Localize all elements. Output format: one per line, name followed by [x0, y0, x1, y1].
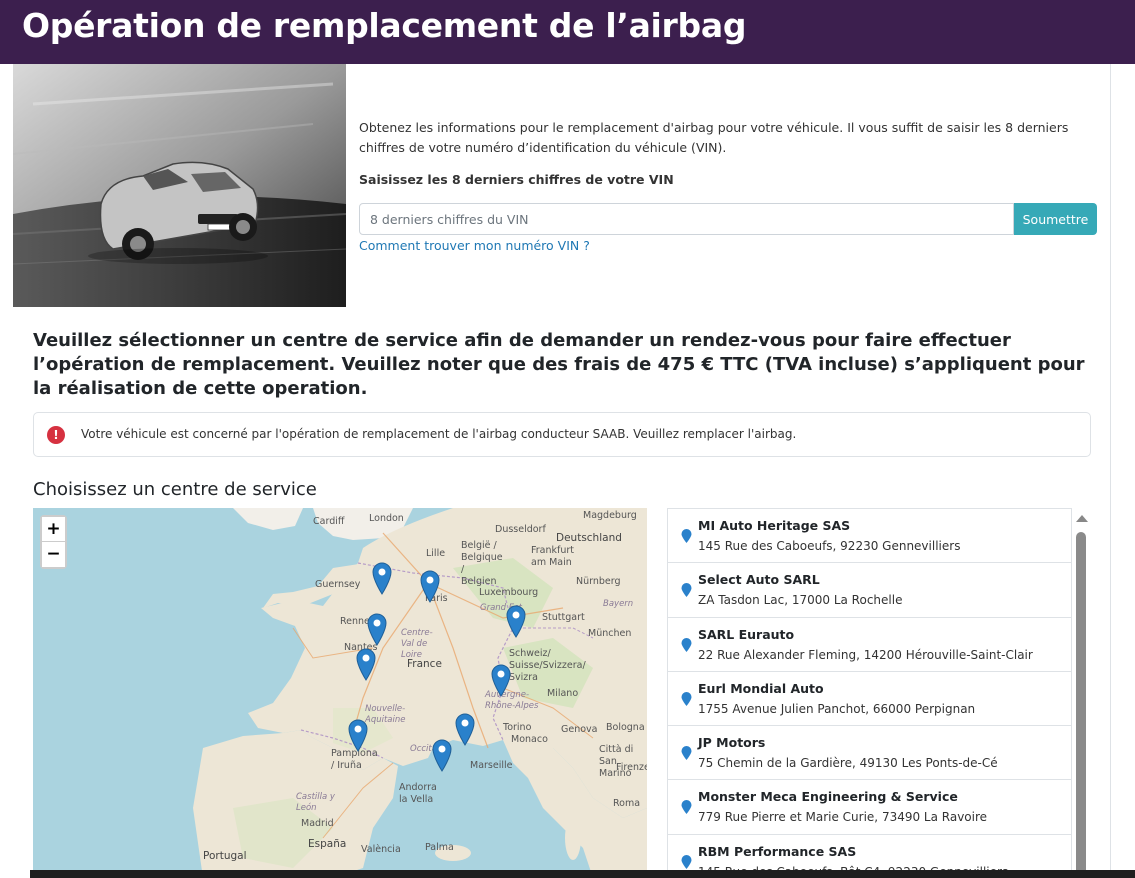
map-label: Portugal	[203, 850, 247, 862]
scroll-thumb[interactable]	[1076, 532, 1086, 878]
recall-alert: ! Votre véhicule est concerné par l'opér…	[33, 412, 1091, 457]
map-label: België / Belgique / Belgien	[461, 540, 503, 587]
map-pin-icon	[681, 800, 692, 815]
service-center-name: RBM Performance SAS	[698, 843, 857, 859]
map-marker-icon[interactable]	[506, 605, 526, 638]
vin-help-link[interactable]: Comment trouver mon numéro VIN ?	[359, 238, 590, 253]
service-center-name: JP Motors	[698, 735, 766, 751]
service-center-address: ZA Tasdon Lac, 17000 La Rochelle	[698, 593, 903, 608]
service-center-address: 779 Rue Pierre et Marie Curie, 73490 La …	[698, 810, 988, 825]
map-marker-icon[interactable]	[491, 664, 511, 697]
service-center-address: 22 Rue Alexander Fleming, 14200 Hérouvil…	[698, 647, 1033, 662]
map-marker-icon[interactable]	[348, 719, 368, 752]
map-marker-icon[interactable]	[420, 570, 440, 603]
map-marker-icon[interactable]	[367, 613, 387, 646]
map-marker-icon[interactable]	[455, 713, 475, 746]
alert-text: Votre véhicule est concerné par l'opérat…	[81, 427, 797, 441]
service-center-item[interactable]: Select Auto SARL ZA Tasdon Lac, 17000 La …	[668, 563, 1071, 618]
hero-car-image	[13, 64, 346, 307]
map-marker-icon[interactable]	[356, 648, 376, 681]
vin-label: Saisissez les 8 derniers chiffres de vot…	[359, 172, 674, 187]
zoom-in-button[interactable]: +	[42, 517, 65, 542]
map-label: Milano	[547, 688, 579, 699]
map-label: Luxembourg	[479, 587, 539, 598]
submit-button[interactable]: Soumettre	[1014, 203, 1097, 235]
service-center-address: 1755 Avenue Julien Panchot, 66000 Perpig…	[698, 701, 976, 716]
map-label: London	[369, 513, 404, 524]
page-header: Opération de remplacement de l’airbag	[0, 0, 1135, 64]
exclamation-icon: !	[47, 426, 65, 444]
service-center-name: MI Auto Heritage SAS	[698, 518, 851, 533]
map-label: Frankfurt am Main	[531, 545, 575, 568]
map-label: Bayern	[603, 599, 634, 609]
bottom-bar	[30, 870, 1135, 878]
service-center-item[interactable]: Monster Meca Engineering & Service 779 Ru…	[668, 780, 1071, 835]
map-label: Firenze	[616, 762, 647, 773]
map-label: València	[361, 844, 401, 855]
map-label: Stuttgart	[542, 612, 585, 623]
map-label: Genova	[561, 724, 598, 735]
map-label: Monaco	[511, 734, 548, 745]
map-label: Castilla y León	[296, 792, 335, 813]
map-marker-icon[interactable]	[432, 739, 452, 772]
service-map[interactable]: + − Cardiff London Dusseldorf Deutschlan…	[33, 508, 647, 878]
service-center-name: SARL Eurauto	[698, 626, 795, 642]
service-center-address: 145 Rue des Caboeufs, 92230 Gennevillier…	[698, 539, 961, 553]
vin-input[interactable]	[359, 203, 1014, 235]
zoom-control: + −	[40, 515, 67, 569]
map-pin-icon	[681, 854, 692, 869]
map-label: Lille	[426, 548, 446, 559]
service-center-address: 75 Chemin de la Gardière, 49130 Les Pont…	[698, 756, 998, 771]
map-label: Andorra la Vella	[399, 782, 437, 805]
service-notice: Veuillez sélectionner un centre de servi…	[33, 330, 1085, 399]
map-pin-icon	[681, 529, 692, 543]
map-label: Torino	[503, 722, 532, 733]
map-pin-icon	[681, 583, 692, 598]
section-title: Choisissez un centre de service	[33, 479, 317, 500]
list-scrollbar[interactable]	[1072, 508, 1090, 878]
map-label: Palma	[425, 842, 454, 853]
map-pin-icon	[681, 691, 692, 706]
map-label: Deutschland	[556, 532, 622, 544]
service-center-item[interactable]: JP Motors 75 Chemin de la Gardière, 49130…	[668, 726, 1071, 781]
map-label: France	[407, 658, 442, 670]
map-label: Schweiz/ Suisse/Svizzera/ Svizra	[509, 648, 586, 683]
content-divider	[1110, 64, 1111, 878]
map-label: Nürnberg	[576, 576, 621, 587]
map-label: Roma	[613, 798, 641, 809]
service-center-item[interactable]: Eurl Mondial Auto 1755 Avenue Julien Panc…	[668, 672, 1071, 727]
service-center-name: Monster Meca Engineering & Service	[698, 789, 958, 805]
zoom-out-button[interactable]: −	[42, 542, 65, 567]
service-center-name: Eurl Mondial Auto	[698, 680, 824, 696]
map-label: Madrid	[301, 818, 334, 829]
map-pin-icon	[681, 637, 692, 652]
intro-text: Obtenez les informations pour le remplac…	[359, 120, 1069, 155]
map-pin-icon	[681, 746, 692, 761]
map-label: Marseille	[470, 760, 513, 771]
map-label: Bologna	[606, 722, 645, 733]
page-title: Opération de remplacement de l’airbag	[22, 6, 747, 45]
map-label: Dusseldorf	[495, 524, 546, 535]
map-label: Guernsey	[315, 579, 361, 590]
map-label: Centre-Val de Loire	[401, 628, 433, 660]
service-center-name: Select Auto SARL	[698, 572, 820, 588]
map-label: España	[308, 838, 347, 850]
service-center-list[interactable]: MI Auto Heritage SAS 145 Rue des Caboeufs…	[667, 508, 1072, 878]
service-center-item[interactable]: SARL Eurauto 22 Rue Alexander Fleming, 14…	[668, 618, 1071, 672]
service-center-item[interactable]: MI Auto Heritage SAS 145 Rue des Caboeufs…	[668, 509, 1071, 564]
map-label: Nouvelle-Aquitaine	[365, 704, 406, 725]
map-marker-icon[interactable]	[372, 562, 392, 595]
scroll-up-arrow-icon[interactable]	[1076, 515, 1088, 522]
map-label: Cardiff	[313, 516, 345, 527]
map-label: München	[588, 628, 632, 639]
map-label: Magdeburg	[583, 510, 637, 521]
